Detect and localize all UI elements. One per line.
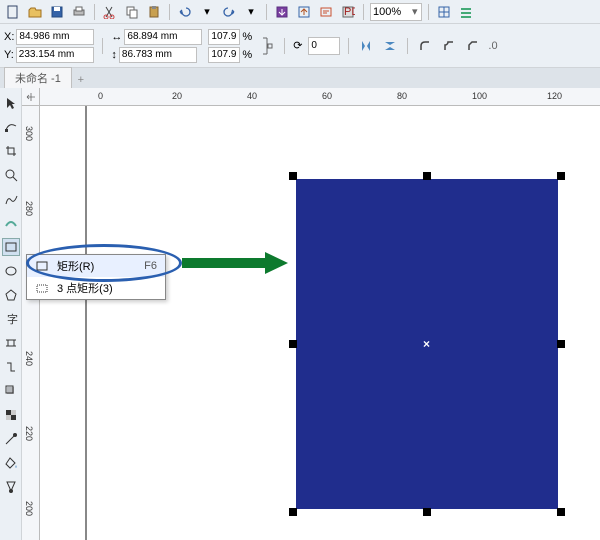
cut-button[interactable] xyxy=(101,3,119,21)
selection-handle-se[interactable] xyxy=(557,508,565,516)
document-tab-bar: 未命名 -1 + xyxy=(0,68,600,88)
print-button[interactable] xyxy=(70,3,88,21)
height-icon: ↕ xyxy=(111,49,117,61)
new-doc-button[interactable] xyxy=(4,3,22,21)
text-tool[interactable]: 字 xyxy=(2,310,20,328)
chevron-down-icon[interactable]: ▾ xyxy=(409,5,421,18)
eyedropper-tool[interactable] xyxy=(2,430,20,448)
rectangle-flyout: 矩形(R) F6 3 点矩形(3) xyxy=(26,254,166,300)
document-tab[interactable]: 未命名 -1 xyxy=(4,67,72,88)
ellipse-tool[interactable] xyxy=(2,262,20,280)
flyout-item-3pt-rectangle[interactable]: 3 点矩形(3) xyxy=(27,277,165,299)
undo-button[interactable] xyxy=(176,3,194,21)
round-corner-button[interactable] xyxy=(416,37,434,55)
redo-dropdown[interactable]: ▾ xyxy=(242,3,260,21)
outline-tool[interactable] xyxy=(2,478,20,496)
scale-block: % % xyxy=(208,29,252,63)
mirror-h-button[interactable] xyxy=(357,37,375,55)
mirror-v-button[interactable] xyxy=(381,37,399,55)
selection-handle-s[interactable] xyxy=(423,508,431,516)
zoom-tool[interactable] xyxy=(2,166,20,184)
canvas-area: 0 20 40 60 80 100 120 300 280 260 240 22… xyxy=(22,88,600,540)
toolbox: 字 xyxy=(0,88,22,540)
options-button[interactable] xyxy=(457,3,475,21)
connector-tool[interactable] xyxy=(2,358,20,376)
height-input[interactable] xyxy=(119,47,197,63)
width-input[interactable] xyxy=(124,29,202,45)
import-button[interactable] xyxy=(273,3,291,21)
svg-text:字: 字 xyxy=(7,312,18,326)
selection-handle-ne[interactable] xyxy=(557,172,565,180)
chamfer-corner-button[interactable] xyxy=(464,37,482,55)
undo-dropdown[interactable]: ▾ xyxy=(198,3,216,21)
selection-center-marker: × xyxy=(423,337,430,351)
polygon-tool[interactable] xyxy=(2,286,20,304)
flyout-3pt-label: 3 点矩形(3) xyxy=(57,280,113,296)
artistic-media-tool[interactable] xyxy=(2,214,20,232)
three-point-rect-icon xyxy=(35,281,49,295)
selection-handle-sw[interactable] xyxy=(289,508,297,516)
rectangle-tool[interactable] xyxy=(2,238,20,256)
y-input[interactable] xyxy=(16,47,94,63)
zoom-combo[interactable]: ▾ xyxy=(370,3,422,21)
add-tab-button[interactable]: + xyxy=(72,72,90,88)
horizontal-ruler[interactable]: 0 20 40 60 80 100 120 xyxy=(40,88,600,106)
position-block: X: Y: xyxy=(4,29,94,63)
open-button[interactable] xyxy=(26,3,44,21)
main-toolbar: ▾ ▾ PDF ▾ xyxy=(0,0,600,24)
scale-y-input[interactable] xyxy=(208,47,240,63)
x-label: X: xyxy=(4,31,14,43)
x-input[interactable] xyxy=(16,29,94,45)
selection-handle-nw[interactable] xyxy=(289,172,297,180)
pct-label-2: % xyxy=(242,49,252,61)
freehand-tool[interactable] xyxy=(2,190,20,208)
pick-tool[interactable] xyxy=(2,94,20,112)
drop-shadow-tool[interactable] xyxy=(2,382,20,400)
corner-radius-label: .0 xyxy=(488,40,497,52)
flyout-rect-label: 矩形(R) xyxy=(57,258,94,274)
publish-button[interactable] xyxy=(317,3,335,21)
snap-button[interactable] xyxy=(435,3,453,21)
ruler-origin[interactable] xyxy=(22,88,40,106)
rectangle-icon xyxy=(35,259,49,273)
transparency-tool[interactable] xyxy=(2,406,20,424)
copy-button[interactable] xyxy=(123,3,141,21)
paste-button[interactable] xyxy=(145,3,163,21)
rotation-input[interactable] xyxy=(308,37,340,55)
selection-handle-w[interactable] xyxy=(289,340,297,348)
fill-tool[interactable] xyxy=(2,454,20,472)
page-boundary xyxy=(85,106,87,540)
flyout-rect-shortcut: F6 xyxy=(124,260,157,272)
parallel-dim-tool[interactable] xyxy=(2,334,20,352)
lock-ratio-button[interactable] xyxy=(258,37,276,55)
svg-text:PDF: PDF xyxy=(344,6,355,18)
pdf-button[interactable]: PDF xyxy=(339,3,357,21)
vertical-ruler[interactable]: 300 280 260 240 220 200 xyxy=(22,106,40,540)
rotate-icon: ⟳ xyxy=(293,39,302,52)
redo-button[interactable] xyxy=(220,3,238,21)
crop-tool[interactable] xyxy=(2,142,20,160)
selection-handle-e[interactable] xyxy=(557,340,565,348)
zoom-input[interactable] xyxy=(371,6,409,18)
canvas[interactable]: × xyxy=(40,106,600,540)
pct-label: % xyxy=(242,31,252,43)
scale-x-input[interactable] xyxy=(208,29,240,45)
y-label: Y: xyxy=(4,49,14,61)
width-icon: ↔ xyxy=(111,31,122,43)
flyout-item-rectangle[interactable]: 矩形(R) F6 xyxy=(27,255,165,277)
scallop-corner-button[interactable] xyxy=(440,37,458,55)
work-area: 字 0 20 40 60 80 100 120 300 280 260 240 … xyxy=(0,88,600,540)
save-button[interactable] xyxy=(48,3,66,21)
property-bar: X: Y: ↔ ↕ % % ⟳ .0 xyxy=(0,24,600,68)
selection-handle-n[interactable] xyxy=(423,172,431,180)
shape-tool[interactable] xyxy=(2,118,20,136)
size-block: ↔ ↕ xyxy=(111,29,202,63)
export-button[interactable] xyxy=(295,3,313,21)
